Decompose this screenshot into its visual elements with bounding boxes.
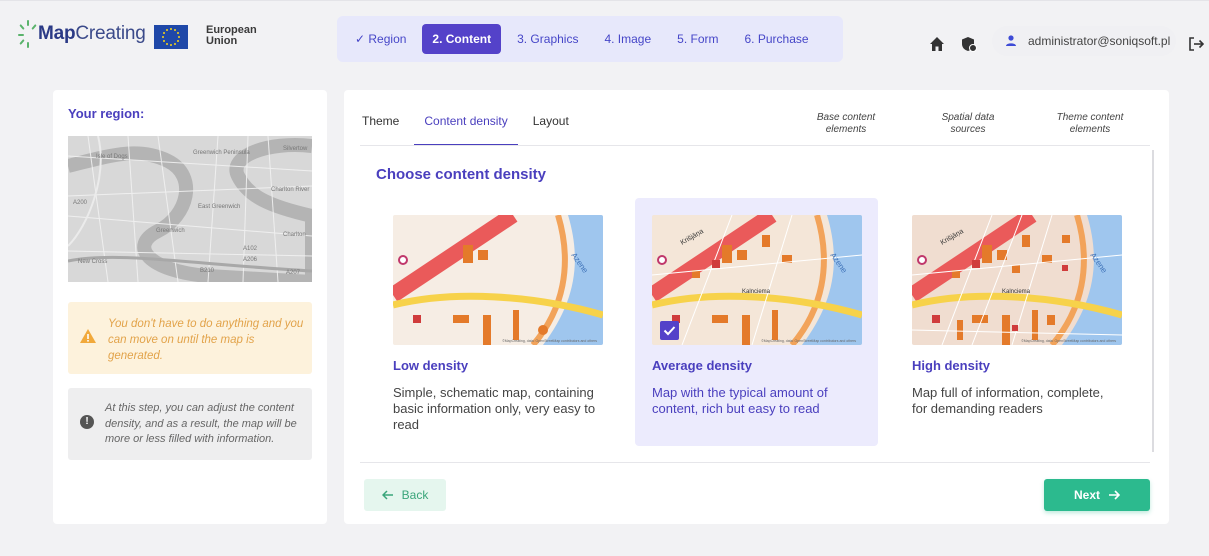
tab-spatial-data-sources[interactable]: Spatial data sources bbox=[928, 112, 1008, 136]
svg-text:Kalnciema: Kalnciema bbox=[1002, 289, 1031, 295]
eu-flag-icon bbox=[154, 25, 188, 49]
step-form[interactable]: 5. Form bbox=[667, 24, 728, 54]
info-text: At this step, you can adjust the content… bbox=[105, 402, 297, 445]
map-label: Greenwich bbox=[156, 228, 185, 234]
card-description: Map with the typical amount of content, … bbox=[652, 385, 828, 416]
user-email: administrator@soniqsoft.pl bbox=[1028, 34, 1171, 48]
map-label: Silvertow bbox=[283, 146, 308, 152]
card-title: High density bbox=[912, 358, 991, 373]
map-label: A200 bbox=[73, 200, 88, 206]
map-label: A102 bbox=[243, 246, 258, 252]
density-card-low[interactable]: Azene ©MapCreating, data: OpenStreetMap … bbox=[376, 198, 619, 446]
map-credit: ©MapCreating, data: OpenStreetMap contri… bbox=[502, 339, 597, 343]
tab-base-content-elements[interactable]: Base content elements bbox=[806, 112, 886, 136]
eu-label: European Union bbox=[206, 24, 257, 47]
mapcreating-logo[interactable]: MapCreating bbox=[18, 20, 146, 48]
region-map-preview[interactable]: Isle of Dogs Greenwich Peninsula Silvert… bbox=[68, 136, 312, 282]
section-title: Choose content density bbox=[376, 166, 547, 183]
info-icon: ! bbox=[80, 415, 94, 429]
next-button[interactable]: Next bbox=[1044, 479, 1150, 511]
card-title: Low density bbox=[393, 358, 469, 373]
card-description: Simple, schematic map, containing basic … bbox=[393, 385, 596, 432]
logo-text: MapCreating bbox=[38, 23, 146, 44]
content-panel: Theme Content density Layout Base conten… bbox=[344, 90, 1169, 524]
check-icon bbox=[663, 326, 676, 336]
map-label: Charlton River bbox=[271, 187, 309, 193]
logo-burst-icon bbox=[18, 20, 37, 48]
map-label: East Greenwich bbox=[198, 204, 240, 210]
map-thumbnail-average: Krišjāņa Kalnciema Azene ©MapCreating, d… bbox=[652, 215, 862, 345]
top-border bbox=[0, 0, 1209, 1]
card-description: Map full of information, complete, for d… bbox=[912, 385, 1104, 416]
selected-checkbox[interactable] bbox=[660, 321, 679, 340]
tab-theme[interactable]: Theme bbox=[362, 114, 399, 146]
tab-theme-content-elements[interactable]: Theme content elements bbox=[1050, 112, 1130, 136]
wizard-steps: ✓ Region 2. Content 3. Graphics 4. Image… bbox=[337, 16, 843, 62]
map-label: A207 bbox=[286, 270, 301, 276]
tabs-divider bbox=[360, 145, 1150, 146]
map-credit: ©MapCreating, data: OpenStreetMap contri… bbox=[761, 339, 856, 343]
step-purchase[interactable]: 6. Purchase bbox=[735, 24, 819, 54]
warning-text: You don't have to do anything and you ca… bbox=[108, 318, 304, 362]
tab-layout[interactable]: Layout bbox=[533, 114, 569, 146]
user-icon bbox=[1006, 35, 1016, 46]
density-card-average[interactable]: Krišjāņa Kalnciema Azene ©MapCreating, d… bbox=[635, 198, 878, 446]
map-thumbnail-high: Krišjāņa Kalnciema Azene ©MapCreating, d… bbox=[912, 215, 1122, 345]
map-label: Charlton bbox=[283, 232, 306, 238]
map-label: B210 bbox=[200, 268, 215, 274]
info-box: ! At this step, you can adjust the conte… bbox=[68, 388, 312, 460]
map-label: A206 bbox=[243, 257, 258, 263]
map-label: Isle of Dogs bbox=[96, 154, 128, 160]
arrow-left-icon bbox=[381, 490, 393, 500]
step-region[interactable]: ✓ Region bbox=[345, 24, 416, 54]
logout-icon[interactable] bbox=[1188, 36, 1205, 52]
user-menu[interactable]: administrator@soniqsoft.pl bbox=[992, 26, 1176, 56]
arrow-right-icon bbox=[1109, 490, 1120, 500]
tab-bar: Theme Content density Layout bbox=[362, 114, 594, 146]
back-button[interactable]: Back bbox=[364, 479, 446, 511]
tab-content-density[interactable]: Content density bbox=[414, 114, 519, 146]
svg-text:Kalnciema: Kalnciema bbox=[742, 289, 771, 295]
region-title: Your region: bbox=[68, 106, 145, 121]
region-panel: Your region: Isle of Dogs Greenwich Peni… bbox=[53, 90, 327, 524]
warning-icon bbox=[80, 329, 96, 343]
map-label: Greenwich Peninsula bbox=[193, 150, 250, 156]
step-content[interactable]: 2. Content bbox=[422, 24, 502, 54]
header: MapCreating European Union ✓ Region 2. C… bbox=[0, 8, 1209, 70]
home-icon[interactable] bbox=[929, 36, 945, 52]
card-title: Average density bbox=[652, 358, 752, 373]
step-image[interactable]: 4. Image bbox=[594, 24, 661, 54]
density-card-high[interactable]: Krišjāņa Kalnciema Azene ©MapCreating, d… bbox=[895, 198, 1138, 446]
shield-badge-icon[interactable] bbox=[961, 36, 977, 52]
map-thumbnail-low: Azene ©MapCreating, data: OpenStreetMap … bbox=[393, 215, 603, 345]
footer-divider bbox=[360, 462, 1150, 463]
map-credit: ©MapCreating, data: OpenStreetMap contri… bbox=[1021, 339, 1116, 343]
warning-box: You don't have to do anything and you ca… bbox=[68, 302, 312, 374]
map-label: New Cross bbox=[78, 259, 107, 265]
scrollbar[interactable] bbox=[1152, 150, 1154, 452]
step-graphics[interactable]: 3. Graphics bbox=[507, 24, 588, 54]
